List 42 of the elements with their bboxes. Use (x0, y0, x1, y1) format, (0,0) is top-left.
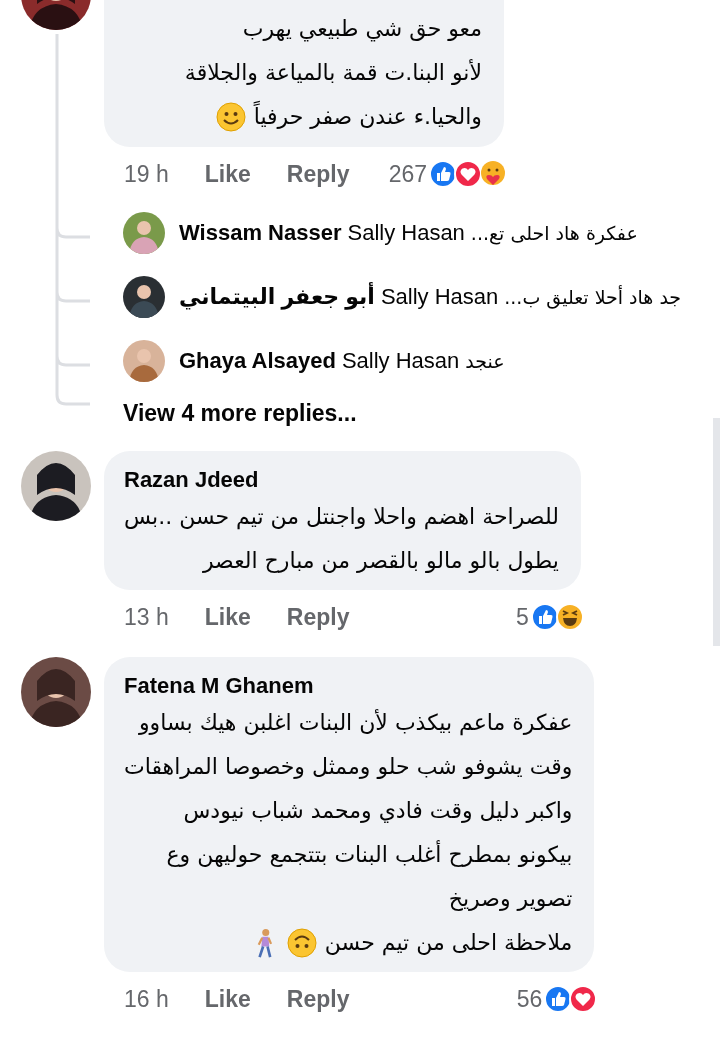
commenter-name[interactable]: Fatena M Ghanem (124, 671, 573, 701)
thumbs-up-icon (429, 160, 457, 188)
comment-text: تصوير وصريخ (448, 885, 573, 913)
smiley-icon (215, 102, 246, 132)
comment-time: 19 h (124, 160, 169, 188)
like-button[interactable]: Like (204, 603, 251, 631)
comment-text: يطول بالو مالو بالقصر من مبارح العصر (202, 547, 559, 575)
thumbs-up-icon (544, 985, 573, 1013)
comment-time: 16 h (124, 985, 169, 1013)
reaction-count: 267 (388, 160, 427, 188)
reply-author[interactable]: أبو جعفر البيتماني (179, 284, 375, 310)
reply-preview: عنجد (465, 350, 505, 372)
upside-down-smiley-icon (286, 928, 317, 958)
view-more-replies-link[interactable]: View 4 more replies... (123, 393, 357, 433)
reaction-count: 56 (516, 985, 543, 1013)
like-button[interactable]: Like (204, 160, 251, 188)
thumbs-up-icon (530, 603, 559, 631)
mention-link[interactable]: Sally Hasan (380, 284, 499, 310)
reply-author[interactable]: Ghaya Alsayed (179, 348, 336, 374)
comment-time: 13 h (124, 603, 169, 631)
comment-text: والحيا.ء عندن صفر حرفياً (253, 95, 482, 139)
commenter-name[interactable]: Razan Jdeed (124, 465, 559, 495)
reply-preview: عفكرة هاد احلى تع... (470, 222, 638, 244)
mention-link[interactable]: Sally Hasan (347, 220, 465, 246)
comment-text: عفكرة ماعم بيكذب لأن البنات اغلبن هيك بساوو (138, 708, 573, 738)
reply-button[interactable]: Reply (286, 160, 350, 188)
comment-text: وقت يشوفو شب حلو وممثل وخصوصا المراهقات (124, 753, 573, 781)
reply-button[interactable]: Reply (286, 603, 350, 631)
reply-author[interactable]: Wissam Nasser (179, 220, 342, 246)
like-button[interactable]: Like (204, 985, 251, 1013)
laughing-icon (555, 603, 584, 631)
reaction-count: 5 (516, 603, 529, 631)
comment-text: للصراحة اهضم واحلا واجنتل من تيم حسن ..بس (124, 503, 559, 532)
mention-link[interactable]: Sally Hasan (341, 348, 460, 374)
comment-text: لأنو البنا.ت قمة بالمياعة والجلاقة (184, 58, 482, 87)
comment-text: ملاحظة احلى من تيم حسن (324, 929, 573, 958)
reply-preview: جد هاد أحلا تعليق ب... (504, 286, 682, 308)
comment-text: بيكونو بمطرح أغلب البنات بتتجمع حوليهن وع (166, 839, 573, 869)
comment-text: معو حق شي طبيعي يهرب (242, 15, 482, 44)
comment-text: واكبر دليل وقت فادي ومحمد شباب نيودس (183, 797, 573, 825)
scrollbar-thumb[interactable] (713, 418, 720, 646)
reply-button[interactable]: Reply (286, 985, 350, 1013)
